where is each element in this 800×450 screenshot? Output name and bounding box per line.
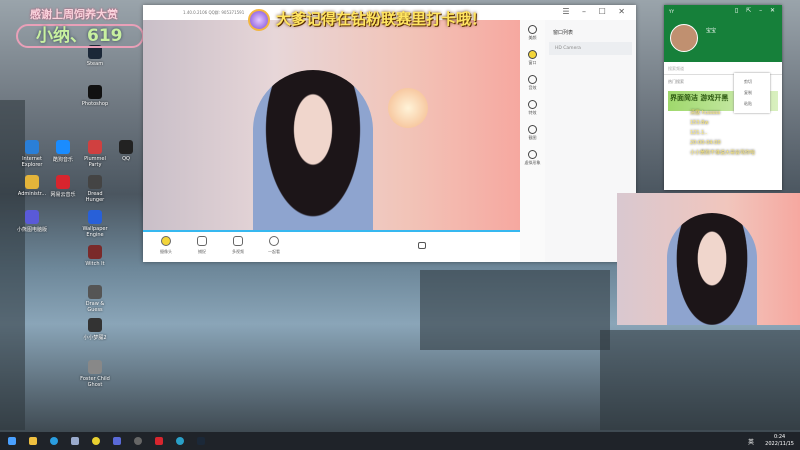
app-icon [88, 140, 102, 154]
lamp-light [388, 88, 428, 128]
desktop-icon[interactable]: Foster Child Ghost [79, 360, 111, 388]
camera-preview [143, 20, 520, 232]
stream-overlay-name: 小纳、619 [16, 24, 144, 48]
desktop-icon[interactable]: Plummel Party [79, 140, 111, 168]
yy-window-controls[interactable]: ▯ ⇱ – ✕ [735, 7, 778, 14]
edge-icon[interactable] [50, 437, 58, 445]
gift-list: 清露 huaaaa 153.8w 121.1.. 20:00-04:00 小小黄狗不准说… [690, 110, 756, 156]
clock[interactable]: 0:24 2022/11/15 [765, 434, 794, 448]
desktop-icon-label: 小熊图电脑版 [16, 227, 47, 233]
app-icon [88, 318, 102, 332]
app-icon [88, 175, 102, 189]
desktop-icon-label: 网易云音乐 [50, 192, 76, 198]
app-icon [25, 140, 39, 154]
desktop-icon[interactable]: Wallpaper Engine [79, 210, 111, 238]
desktop-icon-label: Wallpaper Engine [82, 226, 108, 238]
camera-button[interactable]: 摄像头 [155, 232, 177, 262]
window-controls[interactable]: ☰ – ☐ ✕ [562, 7, 630, 16]
panel-title: 窗口列表 [553, 30, 574, 36]
desktop-icon-label: Plummel Party [84, 156, 106, 168]
diamond-icon [248, 8, 270, 31]
desktop-icon-label: Witch It [85, 261, 105, 267]
streamer [667, 213, 757, 325]
rail-window[interactable]: 窗口 [520, 45, 545, 70]
camera-icon [161, 236, 171, 246]
app-icon [25, 175, 39, 189]
steam-icon[interactable] [197, 437, 205, 445]
ime-indicator[interactable]: 英 [748, 437, 754, 446]
stream-overlay-thanks: 感谢上周饲养大赏 [30, 8, 118, 21]
desktop-icon[interactable]: 酷狗音乐 [47, 140, 79, 163]
app-icon[interactable] [134, 437, 142, 445]
desktop-icon[interactable]: Photoshop [79, 85, 111, 107]
desktop-icon-label: Steam [86, 61, 104, 67]
rail-audio[interactable]: 音效 [520, 70, 545, 95]
desktop-icon-label: Administr... [17, 191, 47, 197]
desktop-icon-label: Internet Explorer [21, 156, 43, 168]
video-icon [233, 236, 243, 246]
explorer-icon[interactable] [29, 437, 37, 445]
desktop-icon[interactable]: Dread Hunger [79, 175, 111, 203]
app-icon [56, 140, 70, 154]
desktop-icon-label: Foster Child Ghost [80, 376, 110, 388]
version-text: 1.40.0.2106 QQ群: 905371591 [183, 10, 245, 15]
desktop-icon[interactable]: Administr... [16, 175, 48, 197]
app-icon[interactable] [71, 437, 79, 445]
app-icon [25, 210, 39, 224]
desktop-icon[interactable]: Draw & Guess [79, 285, 111, 313]
desktop-icon-label: 小小梦魇2 [83, 335, 107, 341]
app-icon [56, 175, 70, 189]
rail-beauty[interactable]: 美颜 [520, 20, 545, 45]
banner: 大爹记得在钻粉联赛里打卡哦！ [248, 8, 486, 31]
app-icon [88, 85, 102, 99]
live-app-window: 1.40.0.2106 QQ群: 905371591 ☰ – ☐ ✕ 大爹记得在… [143, 5, 636, 262]
capture-icon [197, 236, 207, 246]
app-icon [119, 140, 133, 154]
desktop-icon[interactable]: 小熊图电脑版 [16, 210, 48, 233]
app-icon [88, 360, 102, 374]
netease-music-icon[interactable] [155, 437, 163, 445]
app-icon[interactable] [113, 437, 121, 445]
start-icon[interactable] [8, 437, 16, 445]
rail-avatar[interactable]: 虚拟形象 [520, 145, 545, 170]
menu-cut[interactable]: 剪切 [744, 76, 770, 87]
taskbar: 0:24 2022/11/15 英 [0, 432, 800, 450]
desktop-icon-label: Dread Hunger [85, 191, 105, 203]
desktop-icon[interactable]: Internet Explorer [16, 140, 48, 168]
desktop-icon[interactable]: 小小梦魇2 [79, 318, 111, 341]
source-item[interactable]: HD Camera [549, 42, 632, 55]
user-name: 宝宝 [706, 28, 717, 34]
context-menu: 剪切 复制 粘贴 [734, 73, 770, 113]
desktop-icon[interactable]: Witch It [79, 245, 111, 267]
desktop-icon[interactable]: Steam [79, 45, 111, 67]
desktop-icon-label: Photoshop [81, 101, 109, 107]
desktop-icon-label: Draw & Guess [85, 301, 105, 313]
app-icon [88, 245, 102, 259]
desktop-icon-label: QQ [122, 156, 130, 162]
rail-effects[interactable]: 特效 [520, 95, 545, 120]
streamer [253, 70, 373, 230]
watch-together-button[interactable]: 一起看 [263, 232, 285, 262]
desktop-icon[interactable]: 网易云音乐 [47, 175, 79, 198]
menu-copy[interactable]: 复制 [744, 87, 770, 98]
app-icon [88, 285, 102, 299]
capture-button[interactable]: 捕捉 [191, 232, 213, 262]
desktop-icon-label: 酷狗音乐 [52, 157, 73, 163]
yy-logo: YY [669, 9, 674, 14]
avatar[interactable] [670, 24, 698, 52]
app-icon [88, 210, 102, 224]
app-icon[interactable] [176, 437, 184, 445]
rail-screenshot[interactable]: 截图 [520, 120, 545, 145]
camera-toggle-icon[interactable] [418, 242, 426, 249]
multi-video-button[interactable]: 多视频 [227, 232, 249, 262]
film-icon [269, 236, 279, 246]
camera-overlay [617, 193, 800, 325]
desktop-icon[interactable]: QQ [110, 140, 142, 162]
yy-window: YY ▯ ⇱ – ✕ 宝宝 搜索频道 热门搜索 界面简洁 游戏开黑 剪切 复制 … [664, 5, 782, 190]
live-app-icon[interactable] [92, 437, 100, 445]
